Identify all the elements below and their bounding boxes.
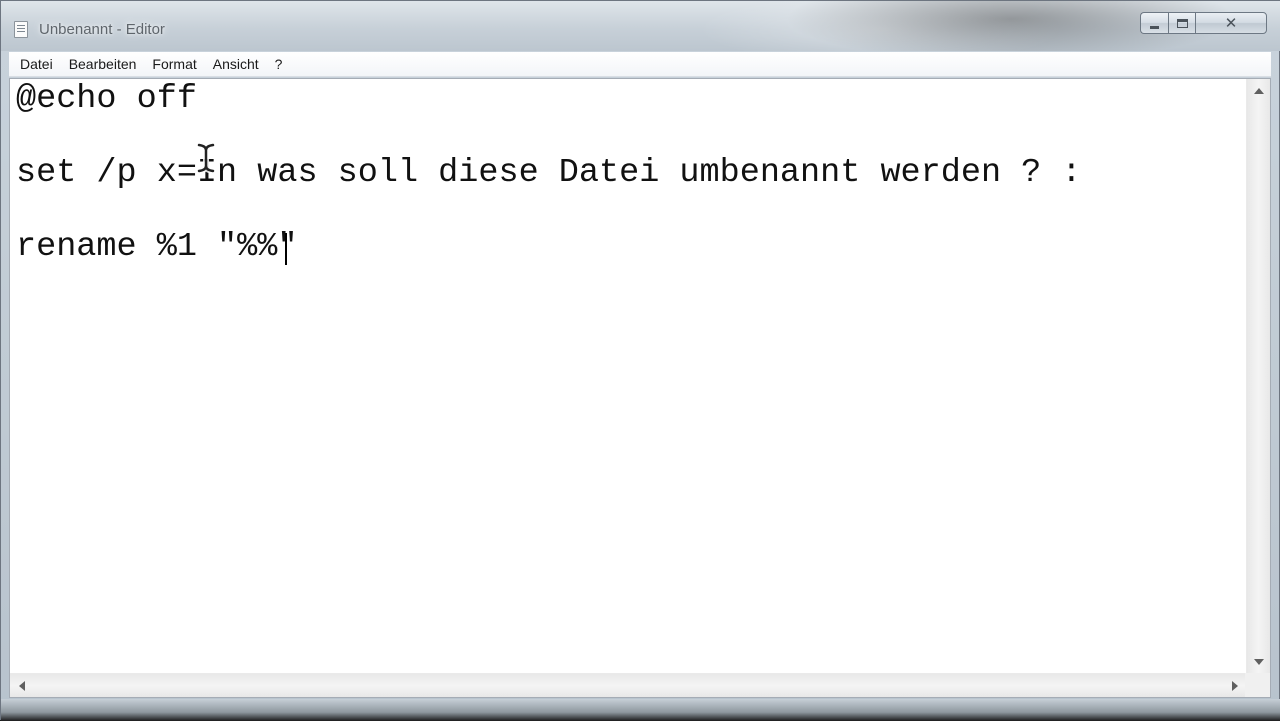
code-line-2[interactable]: set /p x=In was soll diese Datei umbenan… xyxy=(16,153,1081,193)
scroll-up-icon[interactable] xyxy=(1254,88,1264,94)
scroll-left-icon[interactable] xyxy=(19,681,25,691)
menu-bearbeiten[interactable]: Bearbeiten xyxy=(61,52,145,77)
ibeam-cursor-icon xyxy=(196,142,216,174)
scroll-down-icon[interactable] xyxy=(1254,659,1264,665)
window-title: Unbenannt - Editor xyxy=(39,21,165,38)
maximize-button[interactable] xyxy=(1168,12,1195,34)
scroll-right-icon[interactable] xyxy=(1232,681,1238,691)
minimize-icon xyxy=(1150,25,1159,29)
menu-datei[interactable]: Datei xyxy=(9,52,61,77)
notepad-window: Unbenannt - Editor ✕ Datei Bearbeiten Fo… xyxy=(0,0,1280,721)
menu-ansicht[interactable]: Ansicht xyxy=(205,52,267,77)
menu-bar: Datei Bearbeiten Format Ansicht ? xyxy=(9,52,1271,77)
minimize-button[interactable] xyxy=(1140,12,1168,34)
text-caret xyxy=(285,233,287,265)
caption-buttons: ✕ xyxy=(1140,12,1267,34)
text-document[interactable]: @echo off set /p x=In was soll diese Dat… xyxy=(10,79,1247,674)
close-button[interactable]: ✕ xyxy=(1195,12,1267,34)
horizontal-scrollbar[interactable] xyxy=(10,673,1247,697)
menu-help[interactable]: ? xyxy=(267,52,291,77)
maximize-icon xyxy=(1176,18,1188,28)
window-bottom-frame xyxy=(1,699,1280,721)
close-icon: ✕ xyxy=(1224,13,1238,32)
code-line-1[interactable]: @echo off xyxy=(16,79,197,119)
code-line-3[interactable]: rename %1 "%%" xyxy=(16,227,297,267)
notepad-icon xyxy=(14,21,28,38)
editor-area[interactable]: @echo off set /p x=In was soll diese Dat… xyxy=(9,78,1271,698)
menu-format[interactable]: Format xyxy=(144,52,204,77)
vertical-scrollbar[interactable] xyxy=(1246,79,1270,674)
title-bar[interactable]: Unbenannt - Editor ✕ xyxy=(1,1,1280,51)
size-grip[interactable] xyxy=(1245,673,1270,697)
